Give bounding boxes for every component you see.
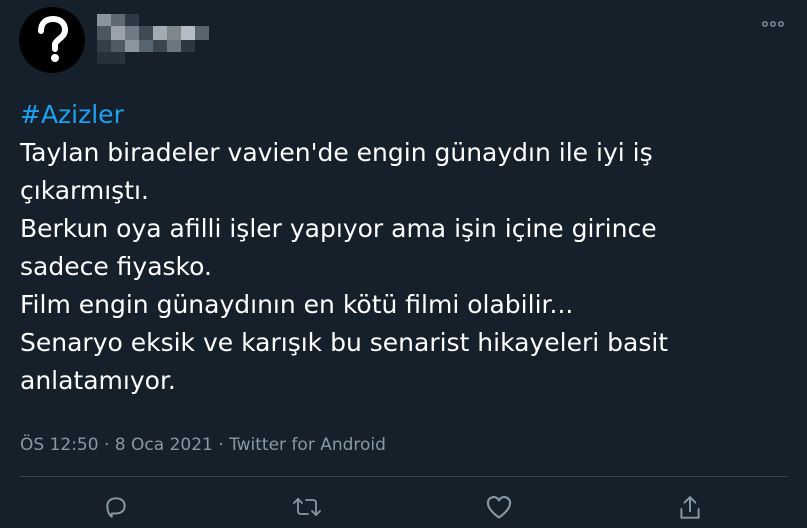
like-button[interactable] [479,494,519,528]
separator: · [103,435,110,455]
hashtag-link[interactable]: #Azizler [20,96,790,134]
tweet-meta: ÖS 12:50 · 8 Oca 2021 · Twitter for Andr… [20,435,386,455]
divider [20,476,787,477]
tweet-date[interactable]: 8 Oca 2021 [115,435,213,455]
share-icon [680,496,700,519]
more-dots-icon[interactable] [761,14,785,34]
tweet-body: Taylan biradeler vavien'de engin günaydı… [20,138,669,395]
blurred-username [97,14,209,64]
tweet-time[interactable]: ÖS 12:50 [20,435,99,455]
separator: · [218,435,224,455]
question-mark-icon [38,16,69,62]
retweet-button[interactable] [287,494,327,528]
tweet-source[interactable]: Twitter for Android [229,435,386,455]
tweet-text: #Azizler Taylan biradeler vavien'de engin… [20,96,790,400]
avatar[interactable] [19,7,85,73]
heart-icon [486,496,512,519]
retweet-icon [293,498,321,516]
reply-icon [106,497,126,518]
share-button[interactable] [670,494,710,528]
reply-button[interactable] [96,494,136,528]
